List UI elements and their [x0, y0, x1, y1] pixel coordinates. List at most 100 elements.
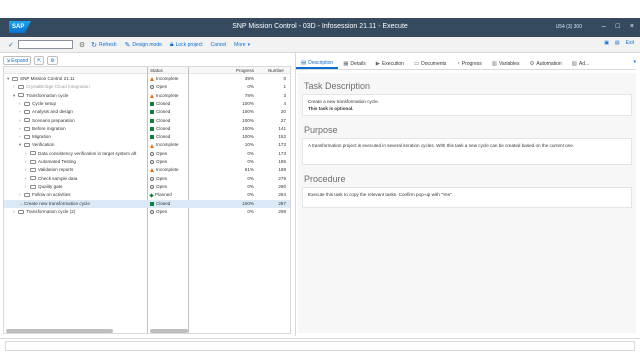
status-cell: Incomplete: [150, 166, 178, 174]
tree-node-name: ▾ Verification: [19, 141, 159, 149]
system-info[interactable]: U54 (3) 300: [556, 24, 582, 30]
number-cell: 27: [280, 117, 286, 123]
tree-node-name: › Scenario preparation: [19, 117, 159, 125]
status-cell: Incomplete: [150, 75, 178, 83]
layout-icon[interactable]: ▣: [604, 40, 609, 46]
tree-row[interactable]: › Validation reports Incomplete 61% 189: [4, 166, 290, 174]
status-text: Incomplete: [156, 167, 179, 173]
progress-cell: 0%: [247, 208, 254, 214]
tree-row[interactable]: › Automated Testing Open 0% 185: [4, 158, 290, 166]
maximize-icon[interactable]: □: [616, 23, 620, 30]
tree-node-name: › Migration: [19, 133, 159, 141]
progress-column-header[interactable]: Progress: [236, 68, 254, 73]
tree-node-name: › Validation reports: [25, 166, 165, 174]
tree-row[interactable]: › CrystalBridge Cloud Integration Open 0% 1: [4, 83, 290, 91]
progress-cell: 100%: [242, 200, 254, 206]
number-cell: 185: [278, 159, 286, 164]
folder-icon: [30, 168, 36, 173]
tab-documents[interactable]: ▭ Documents: [409, 58, 452, 69]
status-text: Closed: [156, 125, 171, 131]
settings-icon[interactable]: ⚙: [79, 41, 85, 49]
tree-row[interactable]: › Cycle setup Closed 100% 4: [4, 100, 290, 108]
tab-icon: ▶: [375, 60, 380, 67]
tab-description[interactable]: ▤ Description: [296, 58, 339, 69]
tree-node-label: Transformation cycle: [26, 92, 69, 98]
status-text: Open: [156, 208, 168, 214]
status-column-header[interactable]: Status: [150, 68, 163, 73]
tab-ad[interactable]: ▧ Ad...: [567, 58, 595, 69]
tree-row[interactable]: ▾ SNP Mission Control 21.11 Incomplete 39% 0: [4, 75, 290, 83]
status-cell: Closed: [150, 125, 170, 133]
design-icon: ✎: [124, 41, 131, 49]
print-icon[interactable]: ▤: [615, 40, 620, 46]
status-text: Closed: [156, 200, 171, 206]
tab-execution[interactable]: ▶ Execution: [371, 58, 409, 69]
tab-variables[interactable]: ▥ Variables: [487, 58, 525, 69]
progress-cell: 10%: [244, 142, 254, 148]
tab-icon: ⚙: [529, 60, 535, 67]
planned-status-icon: [149, 193, 154, 198]
tree-row[interactable]: › Follow on activities Planned 0% 284: [4, 191, 290, 199]
command-field[interactable]: [17, 40, 73, 49]
number-cell: 279: [278, 175, 286, 181]
collapse-button[interactable]: ⇱: [34, 56, 45, 65]
tree-row[interactable]: › Migration Closed 100% 152: [4, 133, 290, 141]
design-mode-button[interactable]: ✎ Design mode: [125, 41, 162, 49]
status-horizontal-scrollbar[interactable]: [150, 329, 188, 333]
tree-node-name: › Automated Testing: [25, 158, 165, 166]
application-toolbar: ✓ ⚙ ↻ Refresh ✎ Design mode 🔒︎ Lock project…: [0, 37, 640, 53]
tree-node-name: › Follow on activities: [19, 191, 159, 199]
window-title: SNP Mission Control - 03D - Infosession …: [232, 23, 408, 30]
tab-label: Ad...: [578, 60, 590, 67]
tab-overflow-icon[interactable]: ▾: [633, 59, 636, 65]
status-text: Closed: [156, 100, 171, 106]
refresh-button[interactable]: ↻ Refresh: [91, 41, 116, 49]
enter-check-icon[interactable]: ✓: [8, 41, 14, 49]
tree-node-name: › Check sample data: [25, 175, 165, 183]
tab-automation[interactable]: ⚙ Automation: [524, 58, 566, 69]
tab-details[interactable]: ▦ Details: [338, 58, 371, 69]
folder-icon: [30, 159, 36, 164]
tree-node-label: Check sample data: [38, 175, 78, 181]
tree-row[interactable]: › Analysis and design Closed 100% 20: [4, 108, 290, 116]
tree-row[interactable]: › Data consistency verification in target…: [4, 150, 290, 158]
more-menu[interactable]: More ▾: [234, 42, 250, 48]
refresh-icon: ↻: [91, 41, 98, 49]
tree-node-name: ▾ SNP Mission Control 21.11: [7, 75, 147, 83]
minimize-icon[interactable]: –: [602, 23, 606, 30]
status-message-field[interactable]: [5, 341, 635, 351]
tree-row[interactable]: ▾ Transformation cycle Incomplete 78% 3: [4, 92, 290, 100]
number-column-header[interactable]: Number: [268, 68, 284, 73]
tab-icon: ▦: [343, 60, 349, 67]
tree-row[interactable]: › Quality gate Open 0% 280: [4, 183, 290, 191]
tree-row[interactable]: › Scenario preparation Closed 100% 27: [4, 117, 290, 125]
progress-cell: 100%: [242, 125, 254, 131]
folder-icon: [30, 151, 36, 156]
expand-icon: ⇲: [6, 57, 11, 64]
status-cell: Incomplete: [150, 92, 178, 100]
status-text: Incomplete: [156, 142, 179, 148]
project-tree: Status Progress Number ▾ SNP Mission Cont…: [3, 66, 291, 334]
lock-project-button[interactable]: 🔒︎ Lock project: [170, 41, 203, 49]
tree-row[interactable]: › Transformation cycle (2) Open 0% 298: [4, 208, 290, 216]
number-cell: 173: [278, 150, 286, 156]
tree-row[interactable]: › Check sample data Open 0% 279: [4, 175, 290, 183]
expand-button[interactable]: ⇲ Expand: [3, 56, 32, 65]
status-cell: Open: [150, 150, 167, 158]
tree-row[interactable]: ▾ Verification Incomplete 10% 172: [4, 141, 290, 149]
exit-button[interactable]: Exit: [626, 40, 634, 46]
tree-row[interactable]: › Before migration Closed 100% 141: [4, 125, 290, 133]
tab-progress[interactable]: ◔ Progress: [451, 58, 486, 69]
status-text: Incomplete: [156, 76, 179, 81]
chevron-down-icon: ▾: [247, 41, 251, 48]
tree-horizontal-scrollbar[interactable]: [6, 329, 113, 333]
progress-cell: 100%: [242, 100, 254, 106]
tree-row[interactable]: →Create new transformation cycle Closed 10…: [4, 199, 290, 208]
tree-settings-button[interactable]: ⚙: [47, 56, 58, 65]
progress-cell: 0%: [247, 150, 254, 156]
status-text: Closed: [156, 117, 171, 123]
close-icon[interactable]: ×: [630, 23, 634, 30]
cancel-button[interactable]: Cancel: [211, 42, 227, 48]
tree-node-name: › Transformation cycle (2): [13, 208, 153, 216]
status-text: Incomplete: [156, 92, 179, 98]
